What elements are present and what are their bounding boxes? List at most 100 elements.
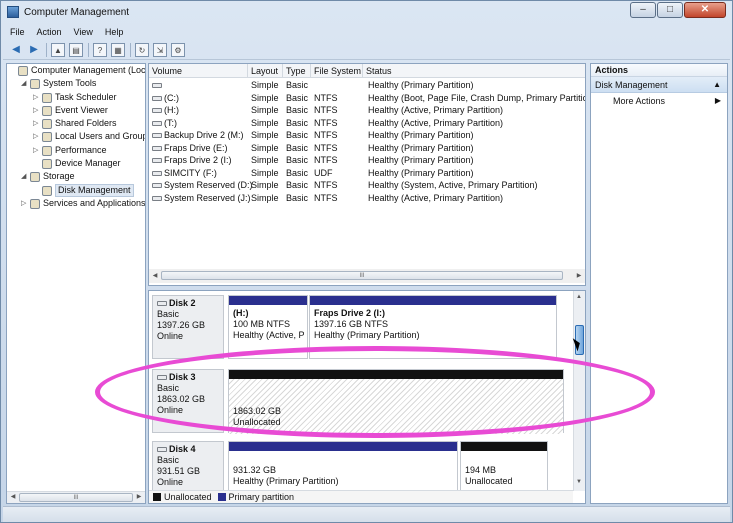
maximize-button[interactable]: □	[657, 2, 683, 18]
column-header-status[interactable]: Status	[363, 64, 585, 78]
scroll-up-arrow-icon[interactable]: ▲	[574, 292, 584, 303]
disk-view-vertical-scrollbar[interactable]: ▲ ▼	[573, 291, 585, 491]
volume-name: Backup Drive 2 (M:)	[164, 130, 244, 140]
volume-name-cell: SIMCITY (F:)	[152, 167, 217, 180]
disk-info[interactable]: Disk 3 Basic 1863.02 GB Online	[152, 369, 224, 433]
tree-item[interactable]: Computer Management (Local	[7, 64, 145, 77]
unallocated-partition[interactable]: 1863.02 GB Unallocated	[228, 369, 564, 434]
tree-item[interactable]: ◢ Storage	[7, 170, 145, 183]
volume-row[interactable]: (H:) Simple Basic NTFS Healthy (Active, Prim…	[149, 104, 585, 117]
file-system-cell: NTFS	[314, 192, 338, 203]
status-cell: Healthy (Active, Primary Partition)	[368, 192, 504, 203]
properties-icon[interactable]: ▦	[111, 42, 125, 57]
tree-item[interactable]: ▷ Performance	[7, 144, 145, 157]
type-cell: Basic	[286, 142, 309, 153]
more-actions-item[interactable]: More Actions ▶	[591, 93, 727, 109]
export-icon[interactable]: ⇲	[153, 42, 167, 57]
column-header-layout[interactable]: Layout	[248, 64, 283, 78]
expand-arrow-icon[interactable]: ◢	[21, 170, 29, 183]
scroll-right-arrow-icon[interactable]: ▶	[574, 269, 584, 283]
tree-item-label: Event Viewer	[55, 104, 108, 115]
expand-arrow-icon[interactable]: ▷	[21, 197, 29, 210]
status-cell: Healthy (Active, Primary Partition)	[368, 117, 504, 128]
tree-item[interactable]: ▷ Local Users and Groups	[7, 130, 145, 143]
tree-item[interactable]: ▷ Event Viewer	[7, 104, 145, 117]
partition-details: (H:) 100 MB NTFS Healthy (Active, P	[229, 305, 307, 341]
column-header-volume[interactable]: Volume	[149, 64, 248, 78]
tree-item-label: Storage	[43, 171, 75, 182]
disk-name: Disk 2	[157, 298, 223, 309]
forward-icon[interactable]: ▶	[27, 43, 41, 57]
column-header-type[interactable]: Type	[283, 64, 311, 78]
volume-row[interactable]: (T:) Simple Basic NTFS Healthy (Active, Prim…	[149, 117, 585, 130]
volume-row[interactable]: (C:) Simple Basic NTFS Healthy (Boot, Page F…	[149, 92, 585, 105]
help-icon[interactable]: ?	[93, 42, 107, 57]
partition-status: Unallocated	[233, 417, 281, 427]
expand-arrow-icon[interactable]: ◢	[21, 77, 29, 90]
tree-item-label: Local Users and Groups	[55, 131, 146, 142]
menu-help[interactable]: Help	[105, 27, 124, 37]
expand-arrow-icon[interactable]: ▷	[33, 130, 41, 143]
up-folder-icon[interactable]: ▲	[51, 42, 65, 57]
status-bar	[3, 506, 730, 522]
disk-name-text: Disk 2	[169, 298, 196, 308]
settings-icon[interactable]: ⚙	[171, 42, 185, 57]
volume-row[interactable]: Backup Drive 2 (M:) Simple Basic NTFS Health…	[149, 129, 585, 142]
volume-horizontal-scrollbar[interactable]: ◀ III ▶	[149, 269, 585, 283]
scroll-left-arrow-icon[interactable]: ◀	[8, 492, 18, 503]
tree-item[interactable]: ▷ Services and Applications	[7, 197, 145, 210]
actions-section-disk-management[interactable]: Disk Management ▲	[591, 77, 727, 93]
volume-row[interactable]: Fraps Drive 2 (I:) Simple Basic NTFS Healthy…	[149, 154, 585, 167]
device-manager-icon	[42, 159, 52, 170]
tree-horizontal-scrollbar[interactable]: ◀ III ▶	[7, 491, 145, 503]
volume-name: System Reserved (D:)	[164, 180, 253, 190]
back-icon[interactable]: ◀	[9, 43, 23, 57]
file-system-cell: NTFS	[314, 117, 338, 128]
close-button[interactable]: ✕	[684, 2, 726, 18]
disk-type: Basic	[157, 383, 180, 393]
tree-scroll-thumb[interactable]: III	[19, 493, 133, 502]
primary-partition[interactable]: (H:) 100 MB NTFS Healthy (Active, P	[228, 295, 308, 359]
volume-row[interactable]: SIMCITY (F:) Simple Basic UDF Healthy (Prima…	[149, 167, 585, 180]
volume-name-cell: (T:)	[152, 117, 177, 130]
title-bar[interactable]: Computer Management – □ ✕	[1, 1, 732, 23]
volume-row[interactable]: Simple Basic Healthy (Primary Partition)	[149, 79, 585, 92]
expand-arrow-icon[interactable]: ▷	[33, 91, 41, 104]
volume-scroll-thumb[interactable]: III	[161, 271, 563, 280]
collapse-up-icon[interactable]: ▲	[713, 77, 721, 93]
menu-action[interactable]: Action	[37, 27, 62, 37]
expand-arrow-icon[interactable]: ▷	[33, 117, 41, 130]
partition-details: 1863.02 GB Unallocated	[229, 379, 563, 434]
layout-cell: Simple	[251, 117, 279, 128]
menu-file[interactable]: File	[10, 27, 25, 37]
tree-item[interactable]: ▷ Shared Folders	[7, 117, 145, 130]
actions-section-label: Disk Management	[595, 80, 668, 90]
disk-icon	[157, 301, 167, 307]
volume-row[interactable]: System Reserved (J:) Simple Basic NTFS Healt…	[149, 192, 585, 205]
tree-item-label: Services and Applications	[43, 197, 146, 208]
primary-partition[interactable]: Fraps Drive 2 (I:) 1397.16 GB NTFS Healthy…	[309, 295, 557, 359]
disk-info[interactable]: Disk 2 Basic 1397.26 GB Online	[152, 295, 224, 359]
tree-item[interactable]: Disk Management	[7, 183, 145, 197]
scroll-left-arrow-icon[interactable]: ◀	[150, 269, 160, 283]
column-header-file-system[interactable]: File System	[311, 64, 363, 78]
scroll-down-arrow-icon[interactable]: ▼	[574, 477, 584, 488]
expand-arrow-icon[interactable]: ▷	[33, 144, 41, 157]
menu-view[interactable]: View	[74, 27, 93, 37]
scroll-right-arrow-icon[interactable]: ▶	[134, 492, 144, 503]
status-cell: Healthy (Primary Partition)	[368, 130, 474, 140]
tree-item[interactable]: Device Manager	[7, 157, 145, 170]
actions-title: Actions	[591, 64, 727, 77]
volume-row[interactable]: System Reserved (D:) Simple Basic NTFS Healt…	[149, 179, 585, 192]
disk-size: 1397.26 GB	[157, 320, 206, 330]
show-hide-tree-icon[interactable]: ▤	[69, 42, 83, 57]
volume-name: Fraps Drive 2 (I:)	[164, 155, 232, 165]
refresh-icon[interactable]: ↻	[135, 42, 149, 57]
minimize-button[interactable]: –	[630, 2, 656, 18]
tree-item-label: System Tools	[43, 78, 97, 89]
tree-item[interactable]: ▷ Task Scheduler	[7, 91, 145, 104]
expand-arrow-icon[interactable]: ▷	[33, 104, 41, 117]
volume-row[interactable]: Fraps Drive (E:) Simple Basic NTFS Healthy (…	[149, 142, 585, 155]
drive-icon	[152, 95, 162, 101]
tree-item[interactable]: ◢ System Tools	[7, 77, 145, 90]
